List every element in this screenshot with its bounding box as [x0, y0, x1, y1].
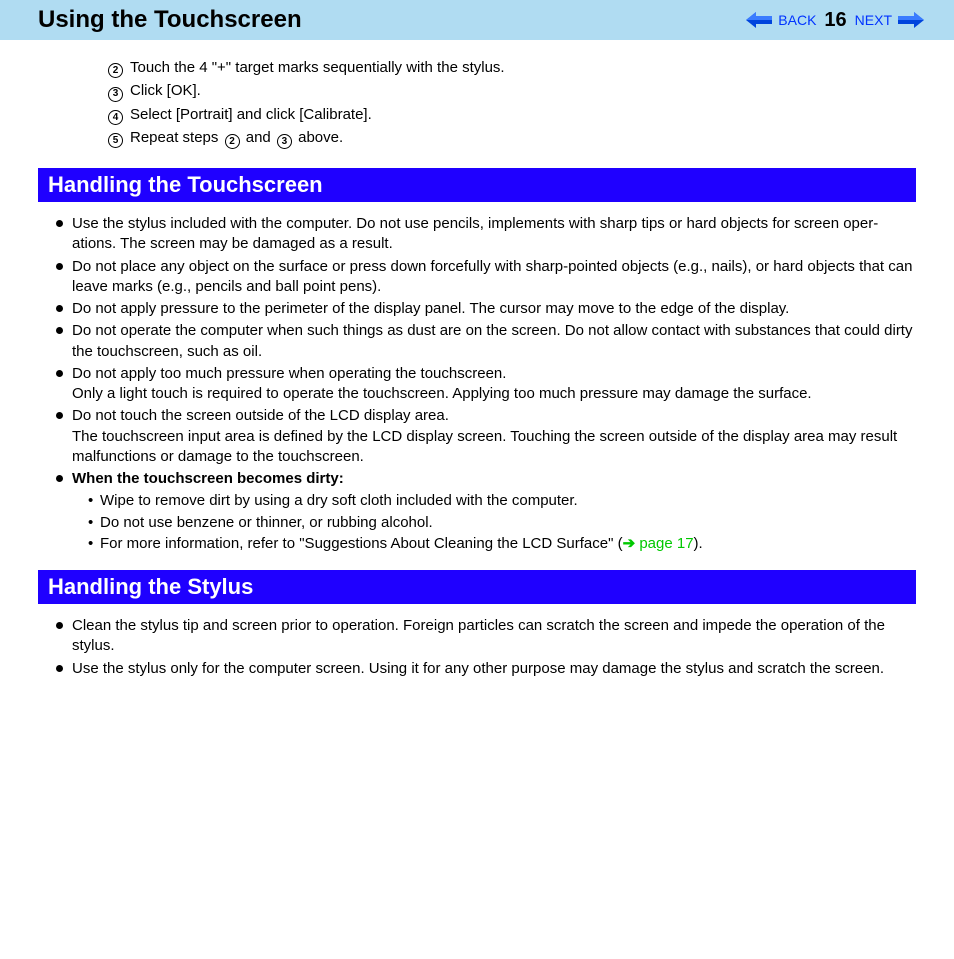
list-item: Use the stylus only for the computer scr…: [56, 659, 916, 679]
sub-bullets: Wipe to remove dirt by using a dry soft …: [72, 491, 916, 554]
list-item: Do not touch the screen outside of the L…: [56, 406, 916, 467]
sub-text: ).: [694, 535, 703, 552]
list-item: When the touchscreen becomes dirty: Wipe…: [56, 469, 916, 554]
list-item: Clean the stylus tip and screen prior to…: [56, 616, 916, 657]
ref-step-2-icon: 2: [225, 134, 240, 149]
step-text-part: Repeat steps: [130, 129, 223, 146]
list-item: Use the stylus included with the compute…: [56, 214, 916, 255]
list-text-bold: When the touchscreen becomes dirty:: [72, 470, 344, 487]
sub-text: For more information, refer to "Suggesti…: [100, 535, 623, 552]
step-2: 2 Touch the 4 "+" target marks sequentia…: [108, 58, 916, 78]
list-item: Do not operate the computer when such th…: [56, 321, 916, 362]
step-number-icon: 3: [108, 87, 123, 102]
step-5: 5 Repeat steps 2 and 3 above.: [108, 128, 916, 148]
step-text-part: above.: [294, 129, 343, 146]
list-text: Do not apply too much pressure when oper…: [72, 365, 506, 382]
ref-step-3-icon: 3: [277, 134, 292, 149]
header-bar: Using the Touchscreen BACK 16 NEXT: [0, 0, 954, 40]
step-number-icon: 2: [108, 63, 123, 78]
back-link[interactable]: BACK: [778, 12, 816, 28]
section-heading-stylus: Handling the Stylus: [38, 570, 916, 604]
list-item: Do not apply too much pressure when oper…: [56, 364, 916, 405]
step-3: 3 Click [OK].: [108, 81, 916, 101]
sub-list-item: For more information, refer to "Suggesti…: [88, 534, 916, 554]
sub-list-item: Wipe to remove dirt by using a dry soft …: [88, 491, 916, 511]
page-title: Using the Touchscreen: [38, 6, 302, 34]
step-text: Repeat steps 2 and 3 above.: [130, 128, 343, 148]
sub-list-item: Do not use benzene or thinner, or rubbin…: [88, 513, 916, 533]
step-text: Click [OK].: [130, 81, 201, 101]
list-text: The touchscreen input area is defined by…: [72, 428, 897, 465]
step-number-icon: 4: [108, 110, 123, 125]
stylus-bullets: Clean the stylus tip and screen prior to…: [38, 616, 916, 679]
page-link[interactable]: page 17: [635, 535, 693, 552]
step-text-part: and: [242, 129, 275, 146]
next-link[interactable]: NEXT: [855, 12, 892, 28]
touchscreen-bullets: Use the stylus included with the compute…: [38, 214, 916, 554]
link-arrow-icon: ➔: [623, 535, 636, 552]
back-arrow-icon[interactable]: [746, 12, 772, 28]
nav-group: BACK 16 NEXT: [746, 9, 924, 32]
list-text: Do not touch the screen outside of the L…: [72, 407, 449, 424]
list-item: Do not apply pressure to the perimeter o…: [56, 299, 916, 319]
numbered-steps: 2 Touch the 4 "+" target marks sequentia…: [38, 58, 916, 148]
step-text: Touch the 4 "+" target marks sequentiall…: [130, 58, 505, 78]
page-number: 16: [824, 9, 846, 32]
content-area: 2 Touch the 4 "+" target marks sequentia…: [0, 40, 954, 679]
list-text: Only a light touch is required to operat…: [72, 385, 812, 402]
step-number-icon: 5: [108, 133, 123, 148]
section-heading-touchscreen: Handling the Touchscreen: [38, 168, 916, 202]
step-text: Select [Portrait] and click [Calibrate].: [130, 105, 372, 125]
list-item: Do not place any object on the surface o…: [56, 257, 916, 298]
step-4: 4 Select [Portrait] and click [Calibrate…: [108, 105, 916, 125]
next-arrow-icon[interactable]: [898, 12, 924, 28]
